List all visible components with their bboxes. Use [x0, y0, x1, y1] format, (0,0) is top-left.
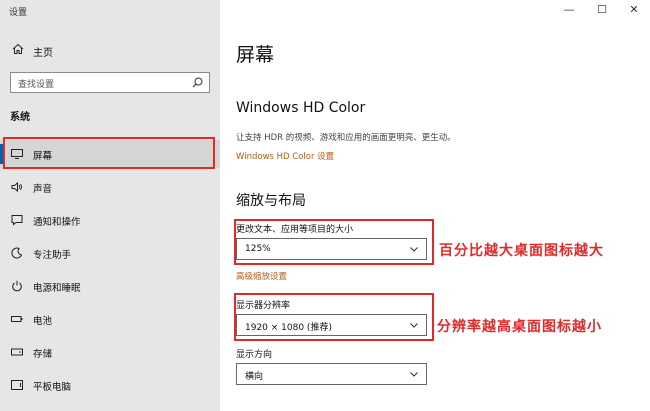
advanced-scaling-link[interactable]: 高级缩放设置: [236, 270, 287, 282]
orientation-dropdown-value: 横向: [245, 372, 264, 382]
storage-icon: [11, 348, 23, 356]
sidebar-item-battery[interactable]: 电池: [0, 305, 220, 333]
hdr-section-title: Windows HD Color: [236, 100, 366, 116]
page-title: 屏幕: [236, 44, 275, 66]
sidebar-item-power-sleep[interactable]: 电源和睡眠: [0, 272, 220, 300]
scale-layout-title: 缩放与布局: [236, 193, 306, 209]
minimize-button[interactable]: —: [557, 3, 581, 21]
display-highlight-box: [3, 137, 215, 169]
sidebar-item-label: 通知和操作: [33, 217, 81, 228]
search-placeholder: 查找设置: [18, 80, 55, 90]
settings-window: 设置 主页 查找设置 系统 屏幕 声音 通知和操作 专注助手 电源和睡眠 电池 …: [0, 0, 650, 411]
notification-icon: [11, 215, 23, 226]
scale-highlight-box: [234, 219, 434, 265]
resolution-highlight-box: [234, 293, 434, 341]
search-input[interactable]: 查找设置: [10, 72, 210, 93]
sidebar-item-label: 平板电脑: [33, 382, 72, 393]
moon-icon: [11, 247, 23, 259]
tablet-icon: [11, 380, 23, 390]
sidebar-item-label: 电池: [33, 316, 53, 327]
maximize-button[interactable]: ☐: [590, 3, 614, 21]
sidebar-item-tablet[interactable]: 平板电脑: [0, 371, 220, 399]
speaker-icon: [11, 181, 22, 193]
sidebar-item-focus-assist[interactable]: 专注助手: [0, 239, 220, 267]
sidebar: 设置 主页 查找设置 系统 屏幕 声音 通知和操作 专注助手 电源和睡眠 电池 …: [0, 0, 220, 411]
chevron-down-icon: [410, 372, 418, 377]
hdr-description: 让支持 HDR 的视频、游戏和应用的画面更明亮、更生动。: [236, 133, 456, 143]
search-icon[interactable]: [192, 77, 203, 88]
sidebar-item-storage[interactable]: 存储: [0, 338, 220, 366]
sidebar-item-label: 专注助手: [33, 250, 72, 261]
sidebar-item-label: 存储: [33, 349, 53, 360]
battery-icon: [11, 316, 23, 322]
sidebar-item-label: 电源和睡眠: [33, 283, 81, 294]
power-icon: [12, 280, 22, 292]
resolution-annotation: 分辨率越高桌面图标越小: [437, 319, 602, 335]
sidebar-item-label: 声音: [33, 184, 53, 195]
sidebar-item-sound[interactable]: 声音: [0, 173, 220, 201]
app-title: 设置: [9, 8, 28, 18]
home-icon: [12, 43, 24, 54]
close-button[interactable]: ✕: [622, 3, 646, 21]
sidebar-item-home[interactable]: 主页: [0, 40, 220, 62]
sidebar-item-label: 主页: [33, 48, 53, 59]
hdr-settings-link[interactable]: Windows HD Color 设置: [236, 150, 334, 162]
scale-annotation: 百分比越大桌面图标越大: [439, 243, 604, 259]
orientation-label: 显示方向: [236, 350, 273, 360]
section-title: 系统: [10, 112, 30, 123]
main-content: 屏幕 Windows HD Color 让支持 HDR 的视频、游戏和应用的画面…: [220, 0, 650, 411]
orientation-dropdown[interactable]: 横向: [236, 363, 427, 385]
sidebar-item-notifications[interactable]: 通知和操作: [0, 206, 220, 234]
